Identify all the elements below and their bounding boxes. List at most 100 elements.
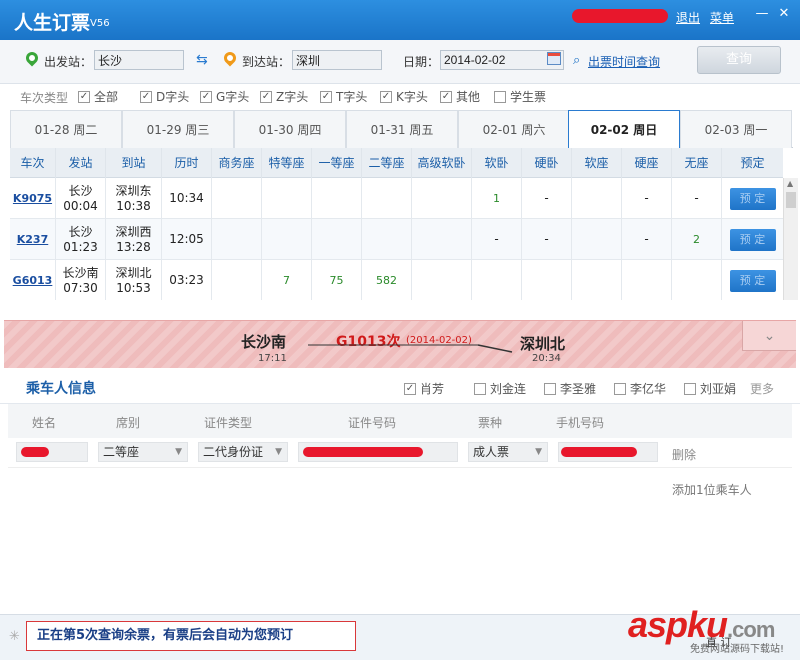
contact-checkbox[interactable]: 李圣雅: [544, 380, 596, 397]
col-duration: 历时: [162, 148, 212, 178]
collapse-icon[interactable]: ⌄: [742, 321, 796, 351]
checkbox[interactable]: [494, 90, 506, 103]
hard-seat-cell: -: [622, 178, 672, 219]
scroll-up-icon[interactable]: ▲: [787, 179, 793, 188]
col-soft-sleeper: 软卧: [472, 148, 522, 178]
banner-from-station: 长沙南: [241, 333, 287, 351]
date-tab[interactable]: 01-31 周五: [346, 110, 458, 148]
checkbox[interactable]: ✓: [200, 90, 212, 103]
book-button[interactable]: 预 定: [729, 269, 776, 292]
app-version: V56: [90, 18, 110, 29]
filter-t[interactable]: ✓ T字头: [320, 88, 367, 105]
seat-select[interactable]: 二等座 ▼: [98, 442, 188, 462]
duration-cell: 03:23: [162, 260, 212, 300]
phone-field[interactable]: [558, 442, 658, 462]
logout-link[interactable]: 退出: [676, 9, 700, 26]
table-scrollbar[interactable]: ▲: [783, 178, 798, 300]
selected-train-banner: 长沙南 17:11 G1013次 (2014-02-02) 深圳北 20:34 …: [4, 320, 796, 368]
checkbox[interactable]: ✓: [440, 90, 452, 103]
checkbox[interactable]: ✓: [78, 90, 90, 103]
from-cell: 长沙 00:04: [56, 178, 106, 219]
train-number-link[interactable]: K9075: [13, 191, 52, 206]
checkbox[interactable]: ✓: [404, 382, 416, 395]
col-special: 特等座: [262, 148, 312, 178]
date-tab[interactable]: 01-28 周二: [10, 110, 122, 148]
to-station-input[interactable]: [292, 50, 382, 70]
first-cell: [312, 178, 362, 219]
query-button[interactable]: 查询: [697, 46, 781, 74]
col-adv-soft-sleeper: 高级软卧: [412, 148, 472, 178]
banner-from-time: 17:11: [258, 353, 287, 364]
checkbox[interactable]: [614, 382, 626, 395]
passenger-row: 二等座 ▼ 二代身份证 ▼ 成人票 ▼ 删除: [8, 438, 792, 468]
calendar-icon[interactable]: [547, 52, 561, 65]
name-field[interactable]: [16, 442, 88, 462]
col-second: 二等座: [362, 148, 412, 178]
menu-link[interactable]: 菜单: [710, 9, 734, 26]
train-number-link[interactable]: K237: [17, 232, 49, 247]
train-type-filter: 车次类型 ✓ 全部 ✓ D字头 ✓ G字头 ✓ Z字头 ✓ T字头 ✓ K字头 ✓ 其他 学生…: [0, 84, 800, 110]
checkbox[interactable]: ✓: [140, 90, 152, 103]
date-tab[interactable]: 01-29 周三: [122, 110, 234, 148]
id-type-select[interactable]: 二代身份证 ▼: [198, 442, 288, 462]
to-label: 到达站：: [242, 55, 291, 69]
book-button[interactable]: 预 定: [729, 228, 776, 251]
from-cell: 长沙南 07:30: [56, 260, 106, 300]
to-location-icon: [221, 49, 239, 67]
date-tab-active[interactable]: 02-02 周日: [568, 110, 680, 149]
second-cell: [362, 178, 412, 219]
ticket-type-select[interactable]: 成人票 ▼: [468, 442, 548, 462]
filter-other[interactable]: ✓ 其他: [440, 88, 480, 105]
add-passenger-link[interactable]: 添加1位乘车人: [672, 481, 752, 498]
date-tab[interactable]: 02-03 周一: [680, 110, 792, 148]
table-row: G6013 长沙南 07:30 深圳北 10:53 03:23 7 75 582 预…: [10, 260, 783, 300]
checkbox[interactable]: ✓: [320, 90, 332, 103]
filter-student[interactable]: 学生票: [494, 88, 546, 105]
from-cell: 长沙 01:23: [56, 219, 106, 260]
date-input[interactable]: [440, 50, 564, 70]
filter-d[interactable]: ✓ D字头: [140, 88, 189, 105]
from-station-input[interactable]: [94, 50, 184, 70]
book-button[interactable]: 预 定: [729, 187, 776, 210]
filter-z[interactable]: ✓ Z字头: [260, 88, 308, 105]
ticket-time-query-link[interactable]: 出票时间查询: [588, 53, 660, 70]
id-number-field[interactable]: [298, 442, 458, 462]
date-tab[interactable]: 01-30 周四: [234, 110, 346, 148]
contact-checkbox[interactable]: 李亿华: [614, 380, 666, 397]
checkbox[interactable]: [474, 382, 486, 395]
contact-checkbox[interactable]: 刘亚娟: [684, 380, 736, 397]
swap-icon[interactable]: ⇆: [196, 52, 208, 68]
checkbox[interactable]: [684, 382, 696, 395]
table-row: K9075 长沙 00:04 深圳东 10:38 10:34 1 - - - 预 定: [10, 178, 783, 219]
checkbox[interactable]: [544, 382, 556, 395]
contact-checkbox[interactable]: 刘金连: [474, 380, 526, 397]
train-number-link[interactable]: G6013: [13, 273, 53, 288]
col-train: 车次: [10, 148, 56, 178]
passenger-section-header: 乘车人信息 ✓ 肖芳 刘金连 李圣雅 李亿华 刘亚娟 更多: [0, 370, 800, 404]
col-phone: 手机号码: [556, 416, 605, 430]
filter-k[interactable]: ✓ K字头: [380, 88, 428, 105]
more-contacts-link[interactable]: 更多: [750, 380, 774, 397]
hard-sleeper-cell: -: [522, 219, 572, 260]
soft-sleeper-cell: -: [472, 219, 522, 260]
checkbox[interactable]: ✓: [380, 90, 392, 103]
no-seat-cell: 2: [672, 219, 722, 260]
soft-sleeper-cell: [472, 260, 522, 300]
hard-sleeper-cell: [522, 260, 572, 300]
filter-label: 车次类型: [20, 91, 69, 105]
banner-to-station: 深圳北: [520, 335, 566, 353]
col-seat-class: 席别: [116, 416, 141, 430]
date-tabs: 01-28 周二 01-29 周三 01-30 周四 01-31 周五 02-0…: [10, 110, 793, 149]
checkbox[interactable]: ✓: [260, 90, 272, 103]
date-tab[interactable]: 02-01 周六: [458, 110, 570, 148]
delete-passenger-link[interactable]: 删除: [672, 446, 696, 463]
close-button[interactable]: ✕: [776, 6, 792, 22]
filter-g[interactable]: ✓ G字头: [200, 88, 249, 105]
train-table-body: K9075 长沙 00:04 深圳东 10:38 10:34 1 - - - 预 定…: [10, 178, 783, 300]
redacted-username: [572, 9, 668, 23]
contact-checkbox[interactable]: ✓ 肖芳: [404, 380, 444, 397]
no-seat-cell: -: [672, 178, 722, 219]
minimize-button[interactable]: —: [754, 6, 770, 22]
scroll-thumb[interactable]: [786, 192, 796, 208]
filter-all[interactable]: ✓ 全部: [78, 88, 118, 105]
